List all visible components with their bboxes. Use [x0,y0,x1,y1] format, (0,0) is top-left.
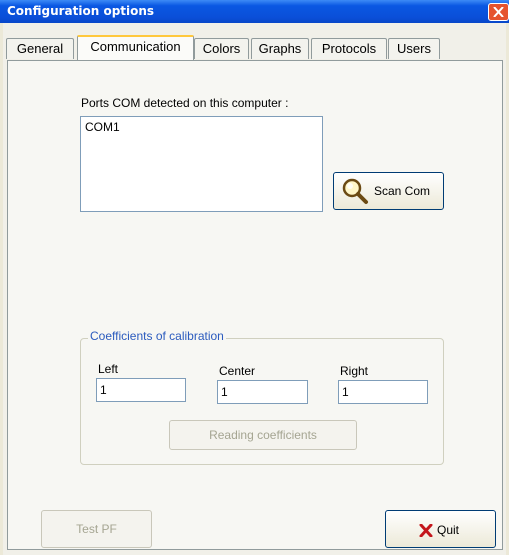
right-label: Right [340,364,369,378]
tab-label: Communication [90,39,181,54]
configuration-window: Configuration options General Communicat… [0,0,509,555]
close-button[interactable] [488,3,509,21]
tab-label: Colors [202,41,241,56]
window-title: Configuration options [7,4,155,18]
tab-label: Protocols [321,41,377,56]
reading-coefficients-label: Reading coefficients [209,428,317,442]
test-pf-button[interactable]: Test PF [41,510,152,548]
tab-label: Graphs [258,41,302,56]
tab-label: General [16,41,64,56]
ports-label: Ports COM detected on this computer : [81,96,289,110]
tab-protocols[interactable]: Protocols [311,38,387,59]
reading-coefficients-button[interactable]: Reading coefficients [169,420,357,450]
scan-com-button[interactable]: Scan Com [333,172,444,210]
center-coefficient-field[interactable]: 1 [217,380,308,404]
tab-colors[interactable]: Colors [194,38,249,59]
tab-users[interactable]: Users [388,38,440,59]
magnifier-icon [342,178,368,204]
tab-communication[interactable]: Communication [77,35,194,60]
scan-com-label: Scan Com [374,184,431,198]
quit-label: Quit [437,523,460,537]
ports-listbox[interactable]: COM1 [80,116,323,212]
left-label: Left [98,362,119,376]
quit-button[interactable]: Quit [385,510,496,548]
list-item[interactable]: COM1 [81,117,322,137]
tab-label: Users [397,41,431,56]
tab-general[interactable]: General [6,38,74,59]
red-x-icon [419,524,433,537]
right-coefficient-field[interactable]: 1 [338,380,428,404]
left-coefficient-field[interactable]: 1 [96,378,186,402]
title-bar[interactable]: Configuration options [0,0,509,23]
test-pf-label: Test PF [76,522,117,536]
close-icon [493,7,504,17]
tab-graphs[interactable]: Graphs [251,38,309,59]
center-label: Center [219,364,256,378]
calibration-group-title: Coefficients of calibration [88,329,226,343]
